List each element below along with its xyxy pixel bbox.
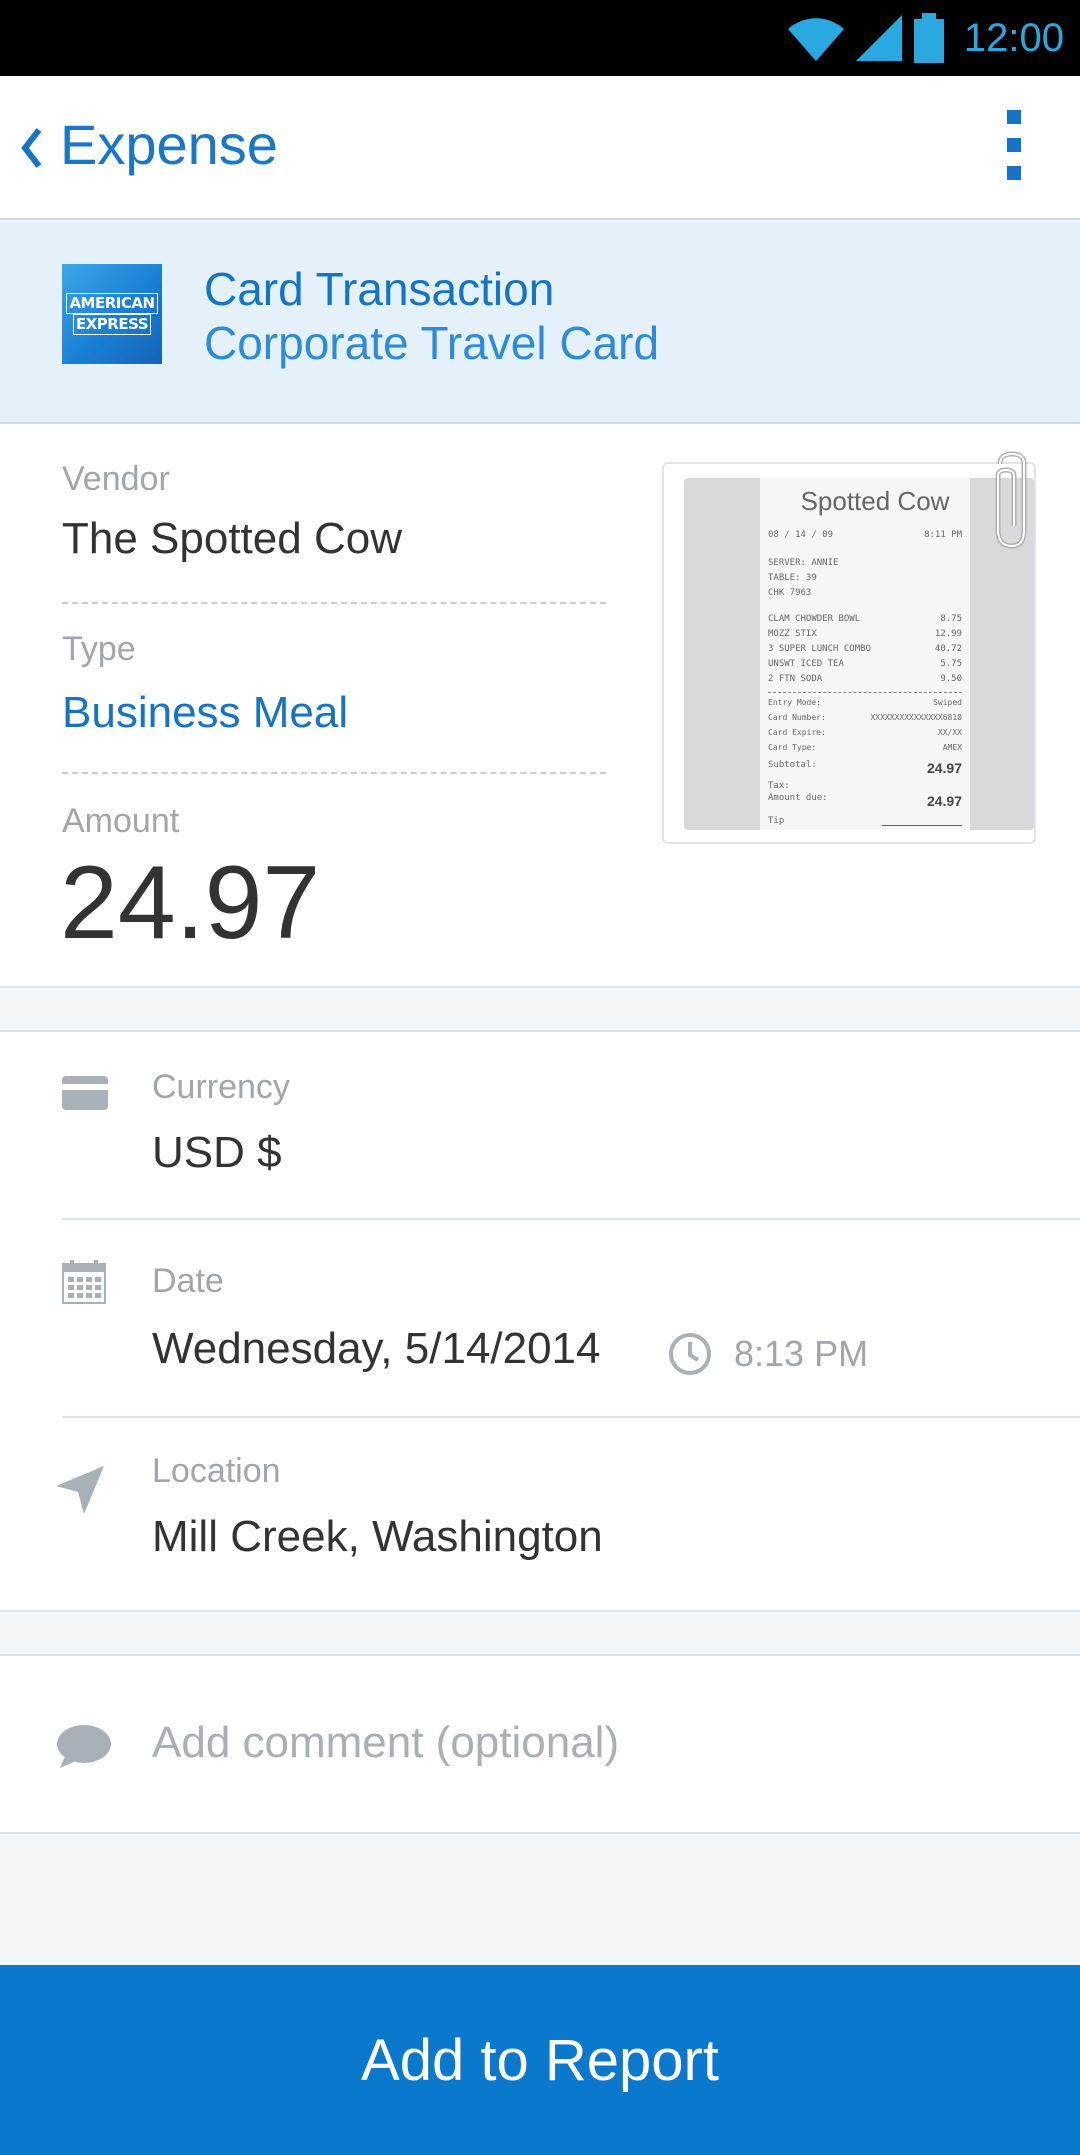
receipt-header: Spotted Cow [800, 486, 950, 516]
receipt-amount-due: Amount due: 24.97 [768, 793, 962, 809]
amex-logo: AMERICAN EXPRESS [62, 264, 162, 364]
clock-icon [669, 1333, 711, 1375]
status-time: 12:00 [963, 15, 1064, 60]
amex-logo-line1: AMERICAN [66, 293, 158, 314]
divider [62, 1416, 1080, 1418]
receipt-item: UNSWT ICED TEA 5.75 [768, 659, 962, 669]
location-label: Location [152, 1452, 281, 1490]
back-icon[interactable] [12, 116, 52, 180]
card-transaction-title: Card Transaction [204, 263, 555, 315]
receipt-paper: Spotted Cow 08 / 14 / 09 8:11 PM SERVER: … [760, 478, 970, 830]
type-value[interactable]: Business Meal [62, 688, 348, 738]
time-value: 8:13 PM [734, 1333, 869, 1374]
wifi-icon [787, 18, 844, 61]
receipt-line: Card Expire: XX/XX [768, 728, 962, 737]
paperclip-icon [995, 451, 1027, 549]
status-icons: 12:00 [786, 0, 1064, 76]
comment-section: Add comment (optional) [0, 1654, 1080, 1834]
divider [62, 772, 606, 774]
vendor-label: Vendor [62, 460, 170, 498]
currency-label: Currency [152, 1068, 290, 1106]
receipt-line: 08 / 14 / 09 8:11 PM [768, 530, 962, 540]
date-label: Date [152, 1262, 224, 1300]
receipt-line: Card Number: XXXXXXXXXXXXXXX6810 [768, 713, 962, 722]
receipt-line: SERVER: ANNIE [768, 558, 839, 568]
divider [62, 602, 606, 604]
page-title: Expense [60, 113, 278, 176]
overflow-menu-icon[interactable] [1004, 110, 1024, 180]
card-transaction-banner: AMERICAN EXPRESS Card Transaction Corpor… [0, 222, 1080, 424]
navigation-arrow-icon [56, 1466, 104, 1514]
receipt-item: 3 SUPER LUNCH COMBO 40.72 [768, 644, 962, 654]
battery-icon [913, 13, 944, 63]
vendor-value[interactable]: The Spotted Cow [62, 514, 402, 564]
status-bar: 12:00 [0, 0, 1080, 76]
calendar-icon [62, 1260, 106, 1304]
app-bar: Expense [0, 76, 1080, 220]
signal-icon [855, 15, 902, 61]
amount-value[interactable]: 24.97 [60, 844, 320, 963]
receipt-subtotal: Subtotal: 24.97 [768, 760, 962, 776]
receipt-line: CHK 7963 [768, 588, 812, 598]
divider [62, 1218, 1080, 1220]
expense-info-list: Currency USD $ Date Wednesday, 5/14/2014… [0, 1030, 1080, 1612]
credit-card-icon [62, 1076, 108, 1110]
receipt-thumbnail[interactable]: Spotted Cow 08 / 14 / 09 8:11 PM SERVER: … [662, 451, 1036, 844]
receipt-divider [768, 692, 962, 693]
card-transaction-subtitle: Corporate Travel Card [204, 317, 660, 369]
receipt-line: TABLE: 39 [768, 573, 817, 583]
receipt-line: Entry Mode: Swiped [768, 698, 962, 707]
type-label: Type [62, 630, 136, 668]
location-value[interactable]: Mill Creek, Washington [152, 1512, 603, 1562]
amount-label: Amount [62, 802, 180, 840]
comment-input[interactable]: Add comment (optional) [152, 1718, 619, 1768]
comment-bubble-icon [57, 1725, 111, 1768]
expense-details: Vendor The Spotted Cow Type Business Mea… [0, 424, 1080, 988]
date-value[interactable]: Wednesday, 5/14/2014 [152, 1324, 601, 1374]
time-field[interactable]: 8:13 PM [668, 1332, 868, 1376]
receipt-line: Card Type: AMEX [768, 743, 962, 752]
receipt-line: Tax: [768, 781, 790, 791]
receipt-item: 2 FTN SODA 9.50 [768, 674, 962, 684]
amex-logo-line2: EXPRESS [72, 314, 152, 335]
receipt-line: Tip [768, 816, 962, 826]
currency-value[interactable]: USD $ [152, 1128, 282, 1178]
chevron-left-icon [21, 128, 42, 168]
receipt-item: CLAM CHOWDER BOWL 8.75 [768, 614, 962, 624]
receipt-item: MOZZ STIX 12.99 [768, 629, 962, 639]
add-to-report-button[interactable]: Add to Report [0, 1965, 1080, 2155]
